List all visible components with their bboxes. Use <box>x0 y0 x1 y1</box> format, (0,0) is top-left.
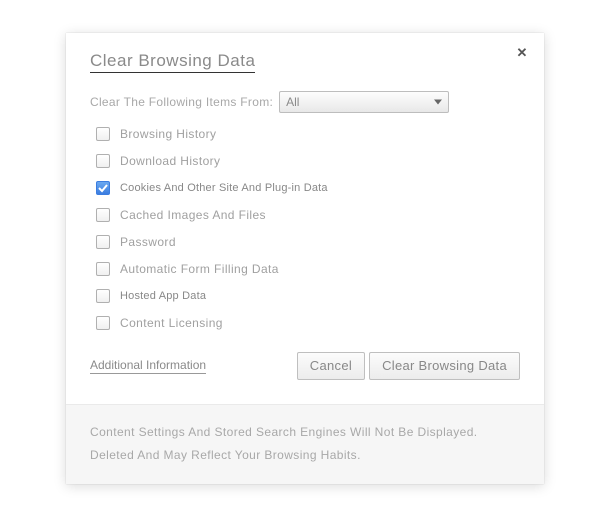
option-content-licenses: Content Licensing <box>96 316 520 330</box>
option-label: Content Licensing <box>120 316 223 330</box>
actions-row: Additional Information Cancel Clear Brow… <box>90 352 520 380</box>
checkbox-passwords[interactable] <box>96 235 110 249</box>
checkbox-content-licenses[interactable] <box>96 316 110 330</box>
option-passwords: Password <box>96 235 520 249</box>
option-label: Hosted App Data <box>120 290 206 302</box>
checkbox-download-history[interactable] <box>96 154 110 168</box>
option-autofill: Automatic Form Filling Data <box>96 262 520 276</box>
additional-info-link[interactable]: Additional Information <box>90 358 206 374</box>
close-icon[interactable]: ✕ <box>514 45 530 61</box>
option-label: Browsing History <box>120 127 216 141</box>
option-label: Cached Images And Files <box>120 208 266 222</box>
time-range-select[interactable]: All <box>279 91 449 113</box>
checkbox-hosted-app[interactable] <box>96 289 110 303</box>
option-label: Cookies And Other Site And Plug-in Data <box>120 182 328 194</box>
option-browsing-history: Browsing History <box>96 127 520 141</box>
option-label: Password <box>120 235 176 249</box>
checkbox-cookies[interactable] <box>96 181 110 195</box>
clear-data-button[interactable]: Clear Browsing Data <box>369 352 520 380</box>
chevron-down-icon <box>434 99 442 104</box>
dialog-footer: Content Settings And Stored Search Engin… <box>66 404 544 485</box>
option-download-history: Download History <box>96 154 520 168</box>
option-label: Download History <box>120 154 220 168</box>
time-range-row: Clear The Following Items From: All <box>90 91 520 113</box>
checkbox-cached[interactable] <box>96 208 110 222</box>
footer-text-1: Content Settings And Stored Search Engin… <box>90 421 520 444</box>
option-cached: Cached Images And Files <box>96 208 520 222</box>
footer-text-2: Deleted And May Reflect Your Browsing Ha… <box>90 444 520 467</box>
cancel-button[interactable]: Cancel <box>297 352 365 380</box>
option-cookies: Cookies And Other Site And Plug-in Data <box>96 181 520 195</box>
clear-browsing-data-dialog: ✕ Clear Browsing Data Clear The Followin… <box>66 33 544 485</box>
dialog-title: Clear Browsing Data <box>90 51 255 73</box>
button-group: Cancel Clear Browsing Data <box>297 352 520 380</box>
options-list: Browsing History Download History Cookie… <box>90 127 520 330</box>
time-range-label: Clear The Following Items From: <box>90 95 273 109</box>
checkbox-browsing-history[interactable] <box>96 127 110 141</box>
checkbox-autofill[interactable] <box>96 262 110 276</box>
time-range-value: All <box>286 95 299 109</box>
option-label: Automatic Form Filling Data <box>120 262 279 276</box>
option-hosted-app: Hosted App Data <box>96 289 520 303</box>
